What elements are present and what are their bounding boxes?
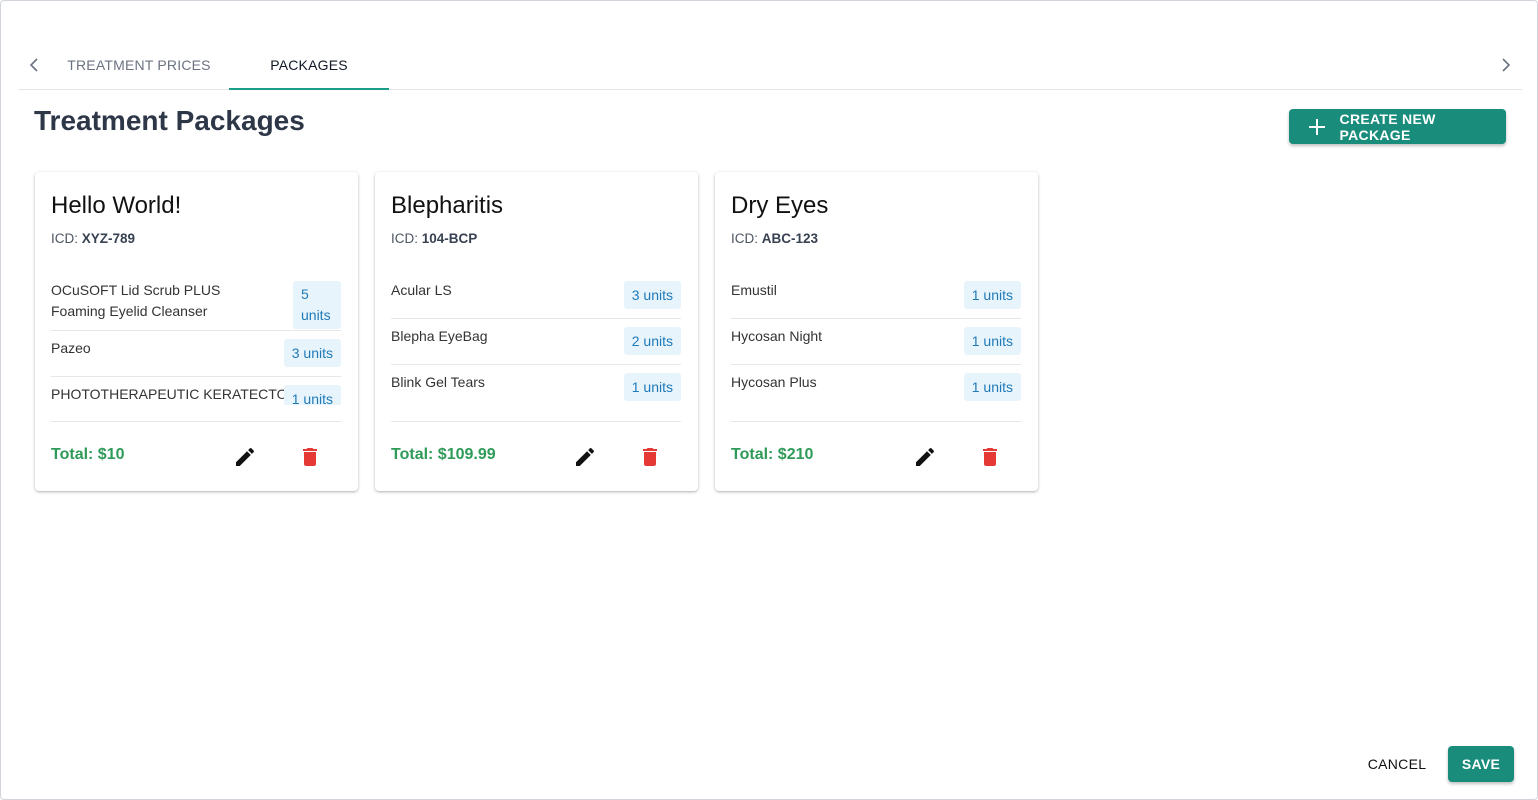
package-total: Total: $210 <box>731 446 814 463</box>
trash-icon[interactable] <box>298 445 322 469</box>
save-button[interactable]: SAVE <box>1448 746 1514 782</box>
units-badge: 3 units <box>283 339 341 367</box>
item-name: PHOTOTHERAPEUTIC KERATECTOMY <box>51 386 309 402</box>
plus-icon <box>1309 118 1325 135</box>
units-badge: 1 units <box>283 385 341 405</box>
icd-code: 104-BCP <box>421 231 478 246</box>
list-item: PHOTOTHERAPEUTIC KERATECTOMY 1 units <box>51 377 341 405</box>
icd-code: ABC-123 <box>761 231 819 246</box>
item-name: Hycosan Night <box>731 328 823 344</box>
package-items-list[interactable]: OCuSOFT Lid Scrub PLUS Foaming Eyelid Cl… <box>51 273 341 405</box>
cancel-button[interactable]: CANCEL <box>1359 747 1435 781</box>
tab-label: TREATMENT PRICES <box>67 57 211 73</box>
package-card: Blepharitis ICD: 104-BCP Acular LS 3 uni… <box>375 172 698 491</box>
icd-code: XYZ-789 <box>81 231 136 246</box>
item-name: Pazeo <box>51 340 91 356</box>
item-name: OCuSOFT Lid Scrub PLUS Foaming Eyelid Cl… <box>51 282 221 319</box>
package-items-list[interactable]: Acular LS 3 units Blepha EyeBag 2 units … <box>391 273 681 405</box>
page-title: Treatment Packages <box>34 105 305 136</box>
active-tab-indicator <box>229 88 389 90</box>
divider <box>51 421 341 422</box>
package-icd: ICD: XYZ-789 <box>51 231 135 246</box>
create-new-package-button[interactable]: CREATE NEW PACKAGE <box>1289 109 1506 144</box>
package-name: Blepharitis <box>391 192 504 219</box>
icd-label: ICD: <box>391 231 418 246</box>
trash-icon[interactable] <box>638 445 662 469</box>
list-item: Blink Gel Tears 1 units <box>391 365 681 405</box>
list-item: Blepha EyeBag 2 units <box>391 319 681 365</box>
units-badge: 5 units <box>293 281 341 329</box>
list-item: Acular LS 3 units <box>391 273 681 319</box>
list-item: Hycosan Plus 1 units <box>731 365 1021 405</box>
units-badge: 3 units <box>623 281 681 309</box>
list-item: OCuSOFT Lid Scrub PLUS Foaming Eyelid Cl… <box>51 273 341 331</box>
list-item: Emustil 1 units <box>731 273 1021 319</box>
tab-packages[interactable]: PACKAGES <box>229 41 389 90</box>
package-total: Total: $10 <box>51 446 125 463</box>
create-new-package-label: CREATE NEW PACKAGE <box>1339 110 1436 143</box>
list-item: Pazeo 3 units <box>51 331 341 377</box>
pencil-icon[interactable] <box>913 445 937 469</box>
divider <box>391 421 681 422</box>
package-name: Hello World! <box>51 192 182 219</box>
package-icd: ICD: ABC-123 <box>731 231 818 246</box>
item-name: Blepha EyeBag <box>391 328 488 344</box>
units-badge: 1 units <box>623 373 681 401</box>
units-badge: 1 units <box>963 281 1021 309</box>
units-badge: 1 units <box>963 327 1021 355</box>
tab-label: PACKAGES <box>270 57 348 73</box>
item-name: Emustil <box>731 282 777 298</box>
trash-icon[interactable] <box>978 445 1002 469</box>
item-name: Blink Gel Tears <box>391 374 485 390</box>
list-item: Hycosan Night 1 units <box>731 319 1021 365</box>
item-name: Acular LS <box>391 282 452 298</box>
pencil-icon[interactable] <box>573 445 597 469</box>
icd-label: ICD: <box>731 231 758 246</box>
tab-treatment-prices[interactable]: TREATMENT PRICES <box>58 41 220 89</box>
chevron-left-icon[interactable] <box>24 55 44 75</box>
pencil-icon[interactable] <box>233 445 257 469</box>
divider <box>731 421 1021 422</box>
tab-bar: TREATMENT PRICES PACKAGES <box>18 41 1522 90</box>
package-name: Dry Eyes <box>731 192 829 219</box>
package-items-list[interactable]: Emustil 1 units Hycosan Night 1 units Hy… <box>731 273 1021 405</box>
units-badge: 1 units <box>963 373 1021 401</box>
chevron-right-icon[interactable] <box>1496 55 1516 75</box>
package-card: Dry Eyes ICD: ABC-123 Emustil 1 units Hy… <box>715 172 1038 491</box>
units-badge: 2 units <box>623 327 681 355</box>
package-icd: ICD: 104-BCP <box>391 231 477 246</box>
item-name: Hycosan Plus <box>731 374 817 390</box>
package-card: Hello World! ICD: XYZ-789 OCuSOFT Lid Sc… <box>35 172 358 491</box>
icd-label: ICD: <box>51 231 78 246</box>
dialog: TREATMENT PRICES PACKAGES Treatment Pack… <box>0 0 1538 800</box>
package-total: Total: $109.99 <box>391 446 496 463</box>
